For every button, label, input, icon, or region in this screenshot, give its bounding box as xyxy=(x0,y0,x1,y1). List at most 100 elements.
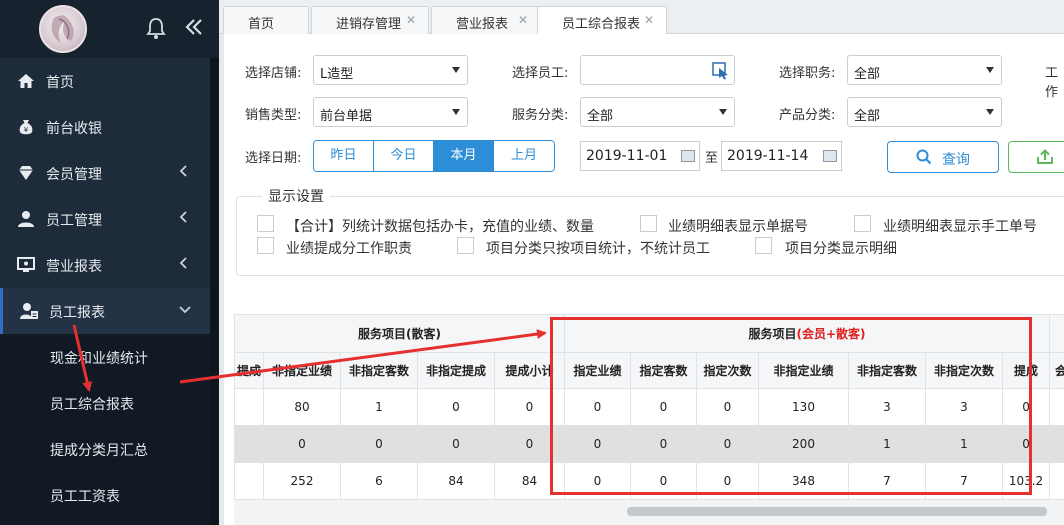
cursor-select-icon[interactable] xyxy=(712,62,730,84)
close-icon[interactable]: ✕ xyxy=(518,13,528,27)
product-category-label: 产品分类: xyxy=(779,108,836,123)
export-button[interactable] xyxy=(1008,141,1064,173)
sales-type-select[interactable]: 前台单据 xyxy=(313,97,468,127)
tab-inventory[interactable]: 进销存管理 ✕ xyxy=(311,6,429,34)
column-header[interactable]: 提成 xyxy=(234,352,264,389)
table-cell: 0 xyxy=(1001,425,1051,463)
this-month-button[interactable]: 本月 xyxy=(434,141,494,171)
option-checkbox[interactable] xyxy=(854,215,871,232)
search-icon xyxy=(916,149,932,169)
option-label: 业绩明细表显示手工单号 xyxy=(883,219,1037,235)
table-cell: 252 xyxy=(263,462,341,500)
column-header[interactable]: 指定客数 xyxy=(630,352,697,389)
employee-input[interactable] xyxy=(580,55,735,85)
column-header[interactable]: 非指定业绩 xyxy=(758,352,849,389)
close-icon[interactable]: ✕ xyxy=(644,13,654,27)
column-header[interactable]: 指定业绩 xyxy=(564,352,631,389)
sidebar-item-business-report[interactable]: 营业报表 xyxy=(0,242,210,288)
table-cell: 0 xyxy=(494,425,565,463)
submenu-item-payroll[interactable]: 员工工资表 xyxy=(50,486,120,506)
column-header[interactable]: 会员 xyxy=(1049,352,1064,389)
collapse-sidebar-icon[interactable] xyxy=(183,16,205,40)
report-table: 服务项目(散客) 服务项目(会员+散客) 提成 非指定业绩 非指定客数 非指定提… xyxy=(234,314,1064,500)
query-label: 查询 xyxy=(942,152,970,168)
sidebar-header xyxy=(0,0,219,58)
caret-down-icon xyxy=(452,109,460,115)
sidebar-item-members[interactable]: 会员管理 xyxy=(0,150,210,196)
sidebar-item-label: 员工管理 xyxy=(46,213,102,229)
table-row[interactable]: 252 6 84 84 0 0 0 348 7 7 103.2 xyxy=(234,462,1064,500)
yesterday-button[interactable]: 昨日 xyxy=(314,141,374,171)
column-header[interactable]: 非指定次数 xyxy=(925,352,1003,389)
today-button[interactable]: 今日 xyxy=(374,141,434,171)
calendar-icon[interactable] xyxy=(681,150,695,162)
position-select[interactable]: 全部 xyxy=(847,55,1002,85)
service-category-label: 服务分类: xyxy=(512,108,569,123)
column-header[interactable]: 非指定提成 xyxy=(417,352,495,389)
table-cell: 1 xyxy=(925,425,1003,463)
table-cell: 0 xyxy=(564,425,631,463)
submenu-item-staff-summary[interactable]: 员工综合报表 xyxy=(50,394,134,414)
bell-icon[interactable] xyxy=(145,16,167,40)
avatar[interactable] xyxy=(39,5,87,53)
column-header[interactable]: 提成 xyxy=(1001,352,1051,389)
column-header[interactable]: 非指定客数 xyxy=(340,352,418,389)
table-row[interactable]: 0 0 0 0 0 0 0 200 1 1 0 xyxy=(234,425,1064,463)
store-value: L造型 xyxy=(320,67,354,82)
column-header[interactable]: 指定次数 xyxy=(696,352,759,389)
sidebar-scrollbar[interactable] xyxy=(210,58,219,525)
report-table-container[interactable]: 服务项目(散客) 服务项目(会员+散客) 提成 非指定业绩 非指定客数 非指定提… xyxy=(234,314,1064,500)
submenu-item-commission-monthly[interactable]: 提成分类月汇总 xyxy=(50,440,148,460)
sales-type-value: 前台单据 xyxy=(320,109,373,124)
date-to-input[interactable]: 2019-11-14 xyxy=(721,141,842,171)
calendar-icon[interactable] xyxy=(823,150,837,162)
option-label: 【合计】列统计数据包括办卡，充值的业绩、数量 xyxy=(286,219,594,235)
tab-home[interactable]: 首页 xyxy=(223,6,309,34)
sidebar-item-staff[interactable]: 员工管理 xyxy=(0,196,210,242)
option-checkbox[interactable] xyxy=(755,237,772,254)
scrollbar-thumb[interactable] xyxy=(627,507,1047,516)
money-bag-icon: ¥ xyxy=(16,117,36,137)
table-header-row: 提成 非指定业绩 非指定客数 非指定提成 提成小计 指定业绩 指定客数 指定次数… xyxy=(234,352,1064,389)
tab-staff-summary[interactable]: 员工综合报表 ✕ xyxy=(537,6,667,35)
group-label: 服务项目 xyxy=(748,327,797,341)
option-checkbox[interactable] xyxy=(640,215,657,232)
store-select[interactable]: L造型 xyxy=(313,55,468,85)
option-checkbox[interactable] xyxy=(457,237,474,254)
column-header[interactable]: 提成小计 xyxy=(494,352,565,389)
table-group-header: 服务项目(散客) 服务项目(会员+散客) xyxy=(234,314,1064,353)
store-label: 选择店铺: xyxy=(245,66,302,81)
service-category-select[interactable]: 全部 xyxy=(580,97,735,127)
column-header[interactable]: 非指定业绩 xyxy=(263,352,341,389)
sidebar: 首页 ¥ 前台收银 会员管理 员工管理 营业报表 员工报表 现金和业绩统计 员工… xyxy=(0,0,219,525)
group-label: 服务项目(散客) xyxy=(358,327,441,341)
close-icon[interactable]: ✕ xyxy=(406,13,416,27)
table-cell: 3 xyxy=(925,388,1003,426)
column-header[interactable]: 非指定客数 xyxy=(848,352,926,389)
table-cell: 103.2 xyxy=(1001,462,1051,500)
sidebar-item-staff-report[interactable]: 员工报表 xyxy=(0,288,210,334)
display-settings-panel xyxy=(236,196,1064,276)
display-settings-title: 显示设置 xyxy=(262,186,330,206)
sidebar-item-home[interactable]: 首页 xyxy=(0,58,210,104)
date-from-input[interactable]: 2019-11-01 xyxy=(580,141,700,171)
table-horizontal-scrollbar[interactable] xyxy=(234,500,1064,525)
user-icon xyxy=(16,209,36,229)
table-cell: 0 xyxy=(696,462,759,500)
tab-business-report[interactable]: 营业报表 ✕ xyxy=(431,6,541,34)
sidebar-item-label: 员工报表 xyxy=(49,305,105,321)
option-checkbox[interactable] xyxy=(257,215,274,232)
table-cell: 3 xyxy=(848,388,926,426)
option-checkbox[interactable] xyxy=(257,237,274,254)
product-category-select[interactable]: 全部 xyxy=(847,97,1002,127)
table-row[interactable]: 80 1 0 0 0 0 0 130 3 3 0 xyxy=(234,388,1064,426)
sidebar-item-label: 会员管理 xyxy=(46,167,102,183)
submenu-item-cash-performance[interactable]: 现金和业绩统计 xyxy=(50,348,148,368)
monitor-icon xyxy=(16,255,36,275)
table-cell: 84 xyxy=(417,462,495,500)
sidebar-item-cashier[interactable]: ¥ 前台收银 xyxy=(0,104,210,150)
last-month-button[interactable]: 上月 xyxy=(494,141,554,171)
date-to-value: 2019-11-14 xyxy=(727,148,809,164)
caret-down-icon xyxy=(452,67,460,73)
query-button[interactable]: 查询 xyxy=(887,141,999,173)
